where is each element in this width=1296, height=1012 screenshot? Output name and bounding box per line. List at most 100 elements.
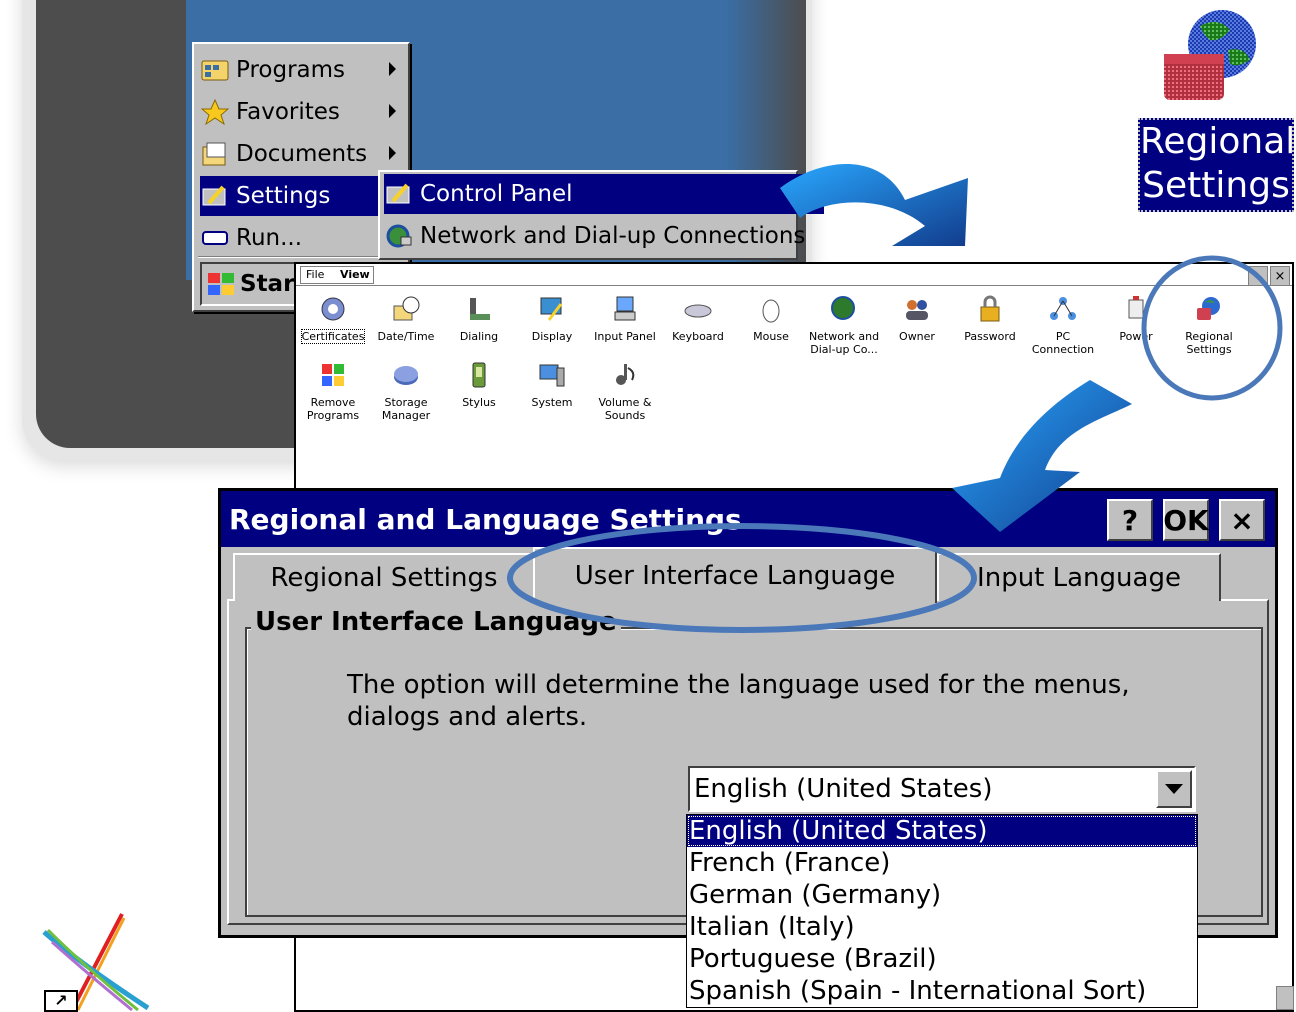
cp-item-password[interactable]: Password [953,292,1027,343]
language-option[interactable]: French (France) [687,847,1197,879]
submenu-arrow-icon [389,146,396,160]
programs-icon [200,56,230,84]
settings-submenu: Control Panel Network and Dial-up Connec… [378,170,824,260]
display-icon [535,292,569,326]
cp-item-label: Date/Time [377,330,435,343]
start-button[interactable]: Start [200,262,305,306]
language-dropdown-list: English (United States) French (France) Ge… [686,814,1198,1008]
network-dialup-icon [827,292,861,326]
power-icon [1119,292,1153,326]
start-menu-item-programs[interactable]: Programs [200,50,404,90]
stylus-icon [462,358,496,392]
regional-settings-globe-icon[interactable] [1160,6,1270,106]
control-panel-menubar: File View [296,264,1292,286]
cp-item-network-dialup[interactable]: Network and Dial-up Co... [807,292,881,356]
cp-item-label: Keyboard [672,330,724,343]
submenu-arrow-icon [389,104,396,118]
cp-item-label: Storage Manager [381,396,431,422]
settings-icon [200,182,230,210]
language-option[interactable]: German (Germany) [687,879,1197,911]
cp-item-label: Network and Dial-up Co... [808,330,880,356]
language-option[interactable]: English (United States) [687,815,1197,847]
mouse-icon [754,292,788,326]
ok-button[interactable]: OK [1163,499,1209,541]
cp-item-pc-connection[interactable]: PC Connection [1026,292,1100,356]
regional-settings-desktop-label[interactable]: Regional Settings [1138,118,1295,212]
menu-file[interactable]: File [306,268,324,281]
password-icon [973,292,1007,326]
menu-view[interactable]: View [340,268,370,281]
close-button[interactable]: × [1219,499,1265,541]
start-menu-item-run[interactable]: Run... [200,218,404,258]
cp-item-label: Password [964,330,1016,343]
keyboard-icon [681,292,715,326]
start-menu-item-settings[interactable]: Settings [200,176,404,216]
scrollbar-corner [1276,986,1294,1010]
close-icon: × [1274,268,1286,284]
cp-item-label: Display [531,330,573,343]
regional-settings-icon [1192,292,1226,326]
tab-label: Regional Settings [270,563,498,593]
help-icon: ? [1121,503,1139,537]
language-option[interactable]: Portuguese (Brazil) [687,943,1197,975]
cp-item-label: System [531,396,573,409]
menu-separator [198,256,406,258]
cp-item-power[interactable]: Power [1099,292,1173,343]
cp-item-stylus[interactable]: Stylus [442,358,516,409]
windows-logo-icon [206,271,236,297]
cp-item-label: Volume & Sounds [598,396,652,422]
pc-connection-icon [1046,292,1080,326]
cp-item-input-panel[interactable]: Input Panel [588,292,662,343]
cp-item-label: Certificates [300,329,366,344]
start-menu-label: Run... [236,225,303,251]
cp-item-remove-programs[interactable]: Remove Programs [296,358,370,422]
submenu-item-network[interactable]: Network and Dial-up Connections [384,216,824,256]
start-menu-label: Documents [236,141,368,167]
help-button[interactable]: ? [1107,499,1153,541]
cp-item-owner[interactable]: Owner [880,292,954,343]
label-line-2: Settings [1142,165,1290,206]
start-menu-item-favorites[interactable]: Favorites [200,92,404,132]
tab-label: User Interface Language [574,561,896,591]
language-option[interactable]: Spanish (Spain - International Sort) [687,975,1197,1007]
tab-input-language[interactable]: Input Language [937,553,1221,601]
cp-item-label: Regional Settings [1185,330,1233,356]
cp-item-keyboard[interactable]: Keyboard [661,292,735,343]
system-icon [535,358,569,392]
window-close-button[interactable]: × [1270,266,1290,286]
shortcut-arrow-icon: ↗ [44,990,78,1012]
tab-regional-settings[interactable]: Regional Settings [233,553,535,601]
cp-item-regional-settings[interactable]: Regional Settings [1172,292,1246,356]
dialing-icon [462,292,496,326]
cp-item-storage-manager[interactable]: Storage Manager [369,358,443,422]
cp-item-label: Stylus [462,396,496,409]
cp-item-mouse[interactable]: Mouse [734,292,808,343]
owner-icon [900,292,934,326]
cp-item-certificates[interactable]: Certificates [296,292,370,344]
submenu-arrow-icon [389,62,396,76]
cp-item-volume-sounds[interactable]: Volume & Sounds [588,358,662,422]
combo-value: English (United States) [694,774,993,804]
cp-item-label: Mouse [753,330,789,343]
volume-sounds-icon [608,358,642,392]
storage-manager-icon [389,358,423,392]
ok-label: OK [1163,503,1209,537]
certificates-icon [316,292,350,326]
language-combobox[interactable]: English (United States) [688,766,1196,812]
cp-item-date-time[interactable]: Date/Time [369,292,443,343]
cp-item-label: PC Connection [1031,330,1095,356]
start-menu-label: Settings [236,183,331,209]
submenu-label: Network and Dial-up Connections [420,223,806,249]
cp-item-display[interactable]: Display [515,292,589,343]
cp-item-dialing[interactable]: Dialing [442,292,516,343]
cp-item-label: Power [1119,330,1153,343]
tab-user-interface-language[interactable]: User Interface Language [533,547,937,603]
control-panel-icon [384,180,414,208]
start-menu-item-documents[interactable]: Documents [200,134,404,174]
window-restore-button[interactable] [1248,266,1268,286]
submenu-item-control-panel[interactable]: Control Panel [384,174,824,214]
tab-label: Input Language [977,563,1181,593]
cp-item-system[interactable]: System [515,358,589,409]
language-option[interactable]: Italian (Italy) [687,911,1197,943]
dropdown-button[interactable] [1156,770,1192,808]
